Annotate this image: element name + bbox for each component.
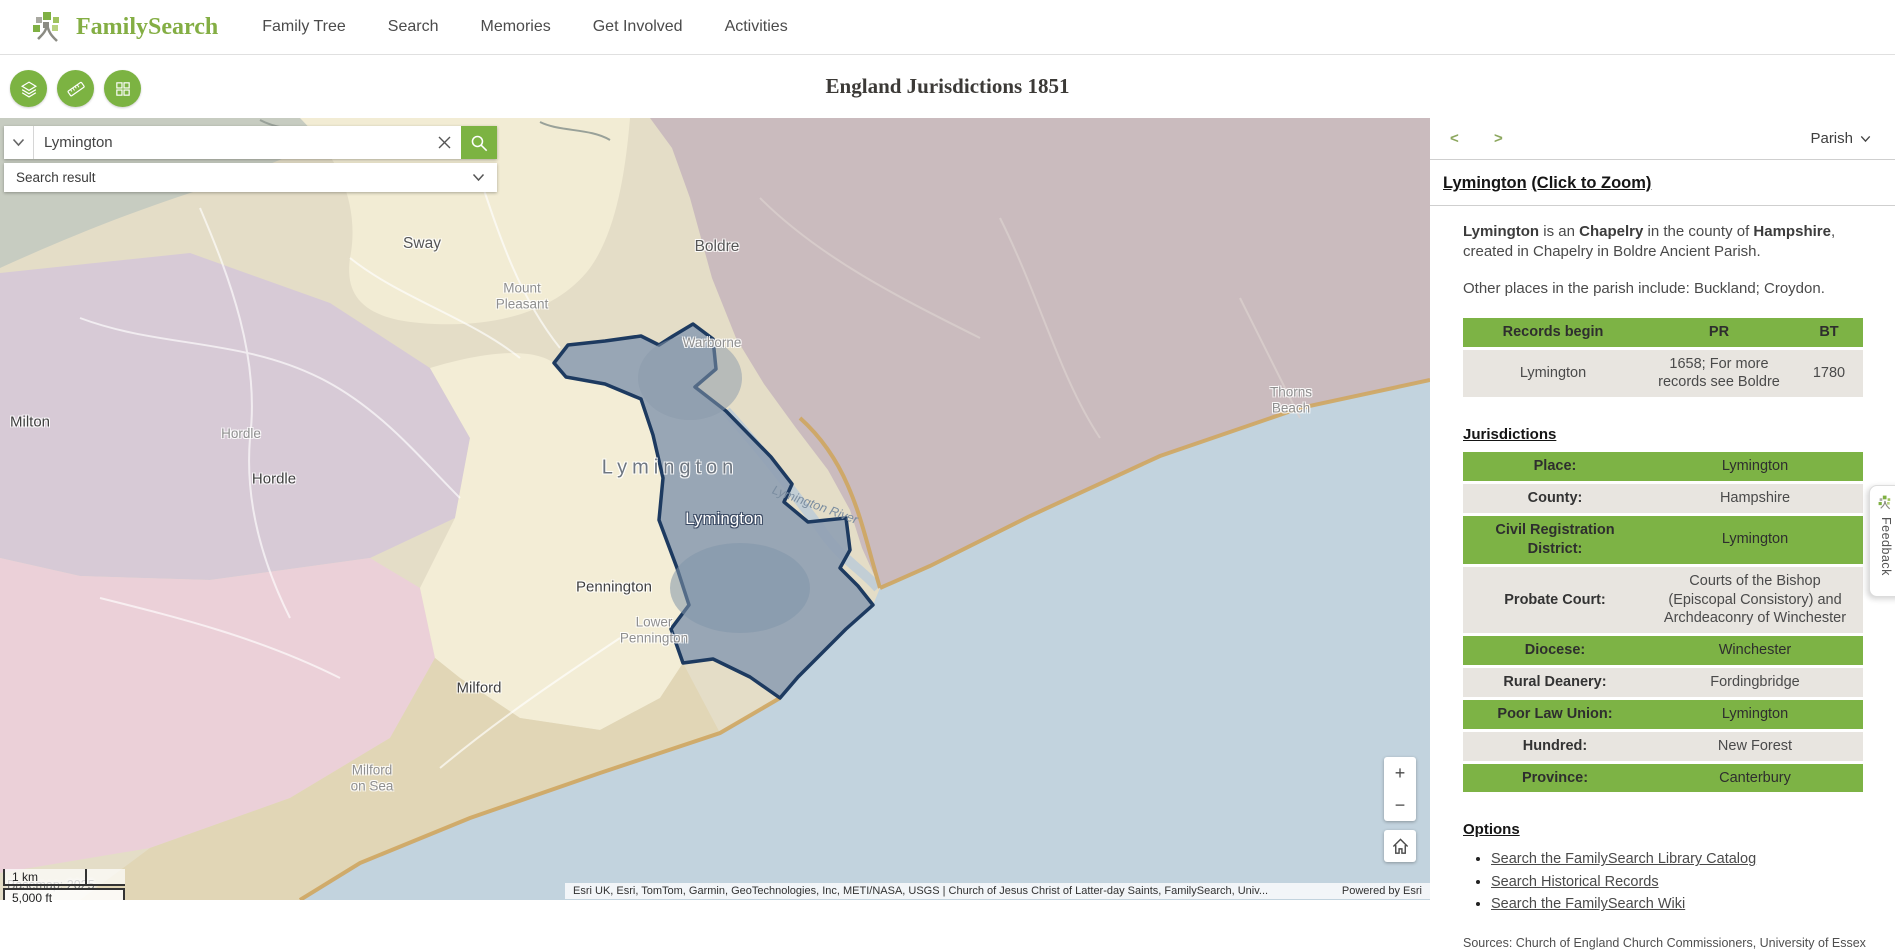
search-result-dropdown[interactable]: Search result <box>4 163 497 192</box>
next-place-button[interactable]: > <box>1494 130 1518 147</box>
desc-place: Lymington <box>1463 223 1539 240</box>
jurisdictions-table: Place:Lymington County:Hampshire Civil R… <box>1463 449 1863 795</box>
main-nav: Family Tree Search Memories Get Involved… <box>262 18 787 36</box>
place-name-link[interactable]: Lymington <box>1443 174 1527 192</box>
table-row: Diocese:Winchester <box>1463 636 1863 665</box>
desc-county: Hampshire <box>1753 223 1831 240</box>
other-places-note: Other places in the parish include: Buck… <box>1463 279 1867 299</box>
search-result-label: Search result <box>16 170 96 185</box>
table-row: Civil Registration District:Lymington <box>1463 516 1863 564</box>
top-navigation-bar: FamilySearch Family Tree Search Memories… <box>0 0 1895 55</box>
nav-memories[interactable]: Memories <box>481 18 551 36</box>
records-header-title: Records begin <box>1463 318 1643 347</box>
search-clear-button[interactable] <box>427 126 461 159</box>
feedback-label: Feedback <box>1879 517 1893 576</box>
powered-by-esri: Powered by Esri <box>1342 885 1422 897</box>
home-icon <box>1391 837 1410 856</box>
chevron-down-icon <box>472 173 485 182</box>
records-header-pr: PR <box>1643 318 1795 347</box>
search-icon <box>469 133 489 153</box>
panel-body: Lymington is an Chapelry in the county o… <box>1430 206 1895 950</box>
sources-note: Sources: Church of England Church Commis… <box>1463 936 1867 950</box>
table-row: Rural Deanery:Fordingbridge <box>1463 668 1863 697</box>
scalebar-ft: 5,000 ft <box>3 888 125 900</box>
familysearch-tree-icon <box>1877 494 1895 511</box>
options-heading[interactable]: Options <box>1463 821 1867 838</box>
layers-button[interactable] <box>10 70 47 107</box>
map-zoom-controls: + − <box>1384 757 1416 821</box>
chevron-down-icon <box>12 138 25 147</box>
familysearch-logo[interactable]: FamilySearch <box>30 8 218 46</box>
nav-activities[interactable]: Activities <box>725 18 788 36</box>
feedback-tab[interactable]: Feedback <box>1869 485 1895 597</box>
familysearch-tree-icon <box>30 8 70 46</box>
map-toolbar <box>10 70 141 107</box>
chevron-down-icon <box>1860 135 1871 143</box>
nav-search[interactable]: Search <box>388 18 439 36</box>
options-list: Search the FamilySearch Library Catalog … <box>1463 848 1867 915</box>
map-canvas[interactable]: Sway Boldre Mount Pleasant Warborne Milt… <box>0 118 1430 900</box>
table-row: Hundred:New Forest <box>1463 732 1863 761</box>
option-wiki-link[interactable]: Search the FamilySearch Wiki <box>1491 896 1685 912</box>
search-mode-dropdown[interactable] <box>4 126 34 159</box>
option-historical-records-link[interactable]: Search Historical Records <box>1491 874 1659 890</box>
place-description: Lymington is an Chapelry in the county o… <box>1463 222 1867 263</box>
attribution-sources: Esri UK, Esri, TomTom, Garmin, GeoTechno… <box>573 885 1268 897</box>
table-row: Province:Canterbury <box>1463 764 1863 793</box>
option-library-catalog-link[interactable]: Search the FamilySearch Library Catalog <box>1491 851 1756 867</box>
list-item: Search the FamilySearch Library Catalog <box>1491 848 1867 870</box>
table-row: Lymington 1658; For more records see Bol… <box>1463 350 1863 398</box>
table-row: Poor Law Union:Lymington <box>1463 700 1863 729</box>
home-extent-button[interactable] <box>1384 830 1416 862</box>
search-input[interactable] <box>34 126 427 159</box>
ruler-icon <box>63 76 89 102</box>
table-row: Place:Lymington <box>1463 452 1863 481</box>
grid-icon <box>110 76 136 102</box>
page-title: England Jurisdictions 1851 <box>0 74 1895 99</box>
records-header-bt: BT <box>1795 318 1863 347</box>
jurisdictions-heading[interactable]: Jurisdictions <box>1463 426 1867 443</box>
jurisdiction-info-panel: < > Parish Lymington (Click to Zoom) Lym… <box>1430 118 1895 900</box>
search-submit-button[interactable] <box>461 126 497 159</box>
panel-nav: < > Parish <box>1430 118 1895 155</box>
records-begin-table: Records begin PR BT Lymington 1658; For … <box>1463 315 1863 401</box>
grid-button[interactable] <box>104 70 141 107</box>
map-basemap <box>0 118 1430 900</box>
zoom-in-button[interactable]: + <box>1384 757 1416 789</box>
measure-button[interactable] <box>57 70 94 107</box>
layers-icon <box>16 76 42 102</box>
map-attribution: Esri UK, Esri, TomTom, Garmin, GeoTechno… <box>565 883 1430 899</box>
logo-wordmark: FamilySearch <box>76 14 218 41</box>
nav-get-involved[interactable]: Get Involved <box>593 18 683 36</box>
place-heading: Lymington (Click to Zoom) <box>1443 174 1871 193</box>
zoom-out-button[interactable]: − <box>1384 789 1416 821</box>
desc-type: Chapelry <box>1579 223 1643 240</box>
table-row: County:Hampshire <box>1463 484 1863 513</box>
list-item: Search Historical Records <box>1491 871 1867 893</box>
map-search-box <box>4 126 497 159</box>
jurisdiction-type-dropdown[interactable]: Parish <box>1810 130 1871 147</box>
previous-place-button[interactable]: < <box>1450 130 1474 147</box>
scalebar-km: 1 km <box>3 869 125 886</box>
close-icon <box>437 135 452 150</box>
click-to-zoom-link[interactable]: (Click to Zoom) <box>1531 174 1651 192</box>
scalebar-tick <box>85 869 87 884</box>
jurisdiction-type-label: Parish <box>1810 130 1853 147</box>
list-item: Search the FamilySearch Wiki <box>1491 893 1867 915</box>
nav-family-tree[interactable]: Family Tree <box>262 18 346 36</box>
table-row: Probate Court:Courts of the Bishop (Epis… <box>1463 567 1863 634</box>
